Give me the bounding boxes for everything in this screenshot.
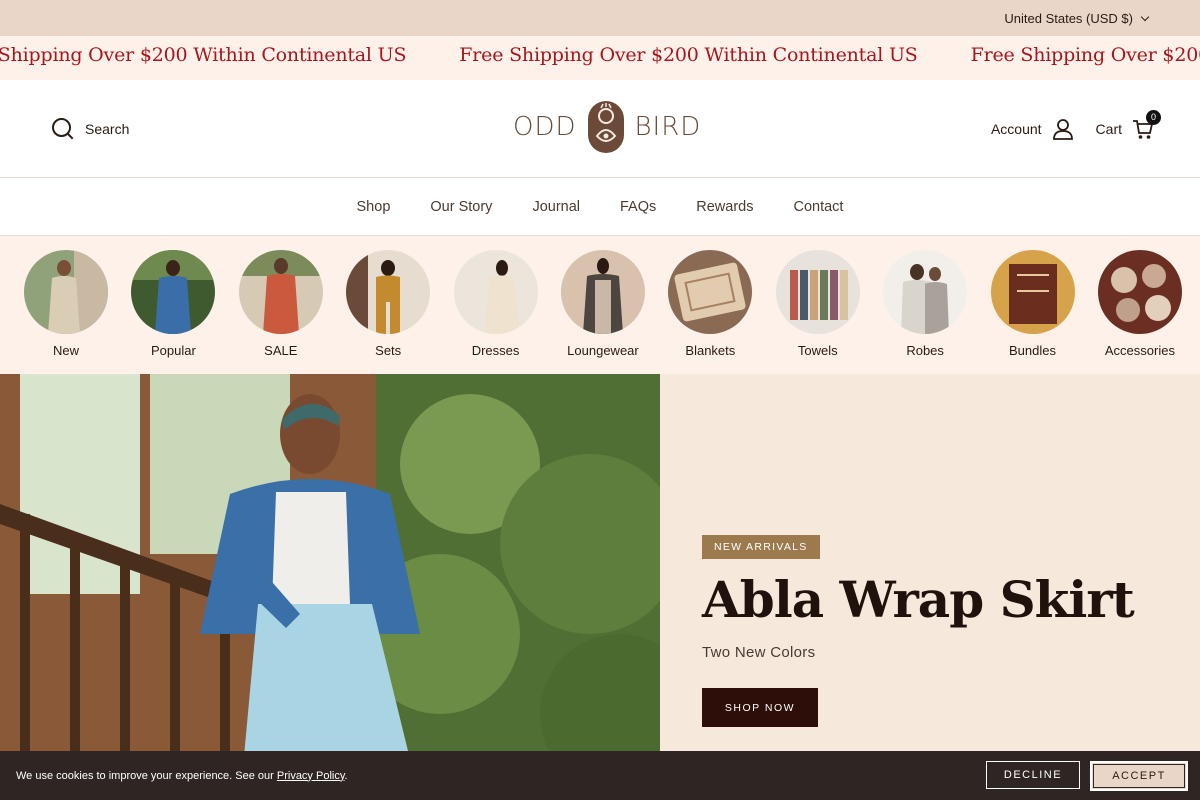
search-label: Search bbox=[85, 120, 130, 137]
category-image bbox=[560, 250, 645, 334]
hero-title: Abla Wrap Skirt bbox=[702, 570, 1135, 629]
cookie-text: We use cookies to improve your experienc… bbox=[16, 769, 277, 782]
cookie-suffix: . bbox=[344, 769, 348, 782]
hero-banner: NEW ARRIVALS Abla Wrap Skirt Two New Col… bbox=[0, 374, 1200, 800]
category-robes[interactable]: Robes bbox=[883, 250, 968, 374]
category-label: Blankets bbox=[685, 343, 736, 358]
nav-item-our-story[interactable]: Our Story bbox=[430, 199, 492, 215]
cart-link[interactable]: Cart 0 bbox=[1095, 109, 1161, 140]
category-label: SALE bbox=[264, 343, 298, 358]
category-towels[interactable]: Towels bbox=[775, 250, 860, 374]
logo-text-right: BIRD bbox=[634, 112, 702, 142]
announcement-text: Free Shipping Over $200 Within Continent… bbox=[459, 44, 918, 66]
currency-label: United States (USD $) bbox=[1004, 10, 1133, 26]
category-dresses[interactable]: Dresses bbox=[453, 250, 538, 374]
category-label: Popular bbox=[150, 343, 196, 358]
account-link[interactable]: Account bbox=[991, 118, 1074, 140]
hero-photo bbox=[0, 374, 660, 800]
category-image bbox=[775, 250, 860, 334]
category-sale[interactable]: SALE bbox=[238, 250, 323, 374]
nav-item-journal[interactable]: Journal bbox=[532, 199, 580, 215]
category-blankets[interactable]: Blankets bbox=[668, 250, 753, 374]
category-image bbox=[990, 250, 1075, 334]
nav-item-shop[interactable]: Shop bbox=[357, 199, 391, 215]
search-icon bbox=[52, 117, 74, 140]
nav-item-rewards[interactable]: Rewards bbox=[696, 199, 753, 215]
category-bundles[interactable]: Bundles bbox=[990, 250, 1075, 374]
announcement-text: Free Shipping Over $200 Within Continent… bbox=[970, 44, 1200, 66]
hero-subtitle: Two New Colors bbox=[702, 644, 816, 661]
cart-label: Cart bbox=[1095, 120, 1122, 137]
nav-item-contact[interactable]: Contact bbox=[793, 199, 843, 215]
chevron-down-icon bbox=[1140, 12, 1150, 21]
category-image bbox=[668, 250, 753, 334]
hero-copy: NEW ARRIVALS Abla Wrap Skirt Two New Col… bbox=[660, 374, 1200, 800]
category-popular[interactable]: Popular bbox=[131, 250, 216, 374]
nav-item-faqs[interactable]: FAQs bbox=[620, 199, 656, 215]
category-image bbox=[1097, 250, 1182, 334]
shop-now-button[interactable]: SHOP NOW bbox=[702, 688, 818, 727]
announcement-text: Free Shipping Over $200 Within Continent… bbox=[0, 44, 407, 66]
cookie-message: We use cookies to improve your experienc… bbox=[16, 770, 348, 782]
category-sets[interactable]: Sets bbox=[346, 250, 431, 374]
user-icon bbox=[1052, 118, 1073, 140]
category-label: Accessories bbox=[1104, 343, 1175, 358]
category-loungewear[interactable]: Loungewear bbox=[560, 250, 645, 374]
category-accessories[interactable]: Accessories bbox=[1097, 250, 1182, 374]
accept-button[interactable]: ACCEPT bbox=[1090, 760, 1188, 791]
currency-selector[interactable]: United States (USD $) bbox=[1004, 10, 1150, 26]
main-nav: Shop Our Story Journal FAQs Rewards Cont… bbox=[0, 178, 1200, 236]
category-image bbox=[131, 250, 216, 334]
decline-button[interactable]: DECLINE bbox=[986, 760, 1080, 789]
category-label: New bbox=[52, 343, 79, 358]
category-label: Sets bbox=[375, 343, 402, 358]
category-image bbox=[346, 250, 431, 334]
category-label: Towels bbox=[797, 343, 838, 358]
new-arrivals-badge: NEW ARRIVALS bbox=[702, 535, 820, 559]
account-label: Account bbox=[990, 120, 1042, 137]
hero-image[interactable] bbox=[0, 374, 660, 800]
bird-logo-icon bbox=[587, 101, 624, 153]
site-header: Search ODD BIRD Account Cart 0 bbox=[0, 80, 1200, 178]
category-label: Dresses bbox=[471, 343, 520, 358]
category-label: Loungewear bbox=[567, 343, 639, 358]
cart-count-badge: 0 bbox=[1146, 109, 1161, 125]
privacy-policy-link[interactable]: Privacy Policy bbox=[277, 770, 345, 782]
category-image bbox=[453, 250, 538, 334]
cookie-banner: We use cookies to improve your experienc… bbox=[0, 751, 1200, 800]
announcement-marquee: Free Shipping Over $200 Within Continent… bbox=[0, 36, 1200, 80]
category-image bbox=[24, 250, 108, 334]
site-logo[interactable]: ODD BIRD bbox=[513, 100, 701, 154]
category-strip: New Popular SALE Sets Dresses Loungewear… bbox=[0, 236, 1200, 374]
category-label: Bundles bbox=[1009, 343, 1056, 358]
category-image bbox=[883, 250, 968, 334]
category-new[interactable]: New bbox=[24, 250, 108, 374]
logo-text-left: ODD bbox=[513, 112, 577, 142]
category-label: Robes bbox=[906, 343, 944, 358]
category-image bbox=[238, 250, 323, 334]
search-button[interactable]: Search bbox=[52, 117, 130, 140]
top-bar: United States (USD $) bbox=[0, 0, 1200, 36]
